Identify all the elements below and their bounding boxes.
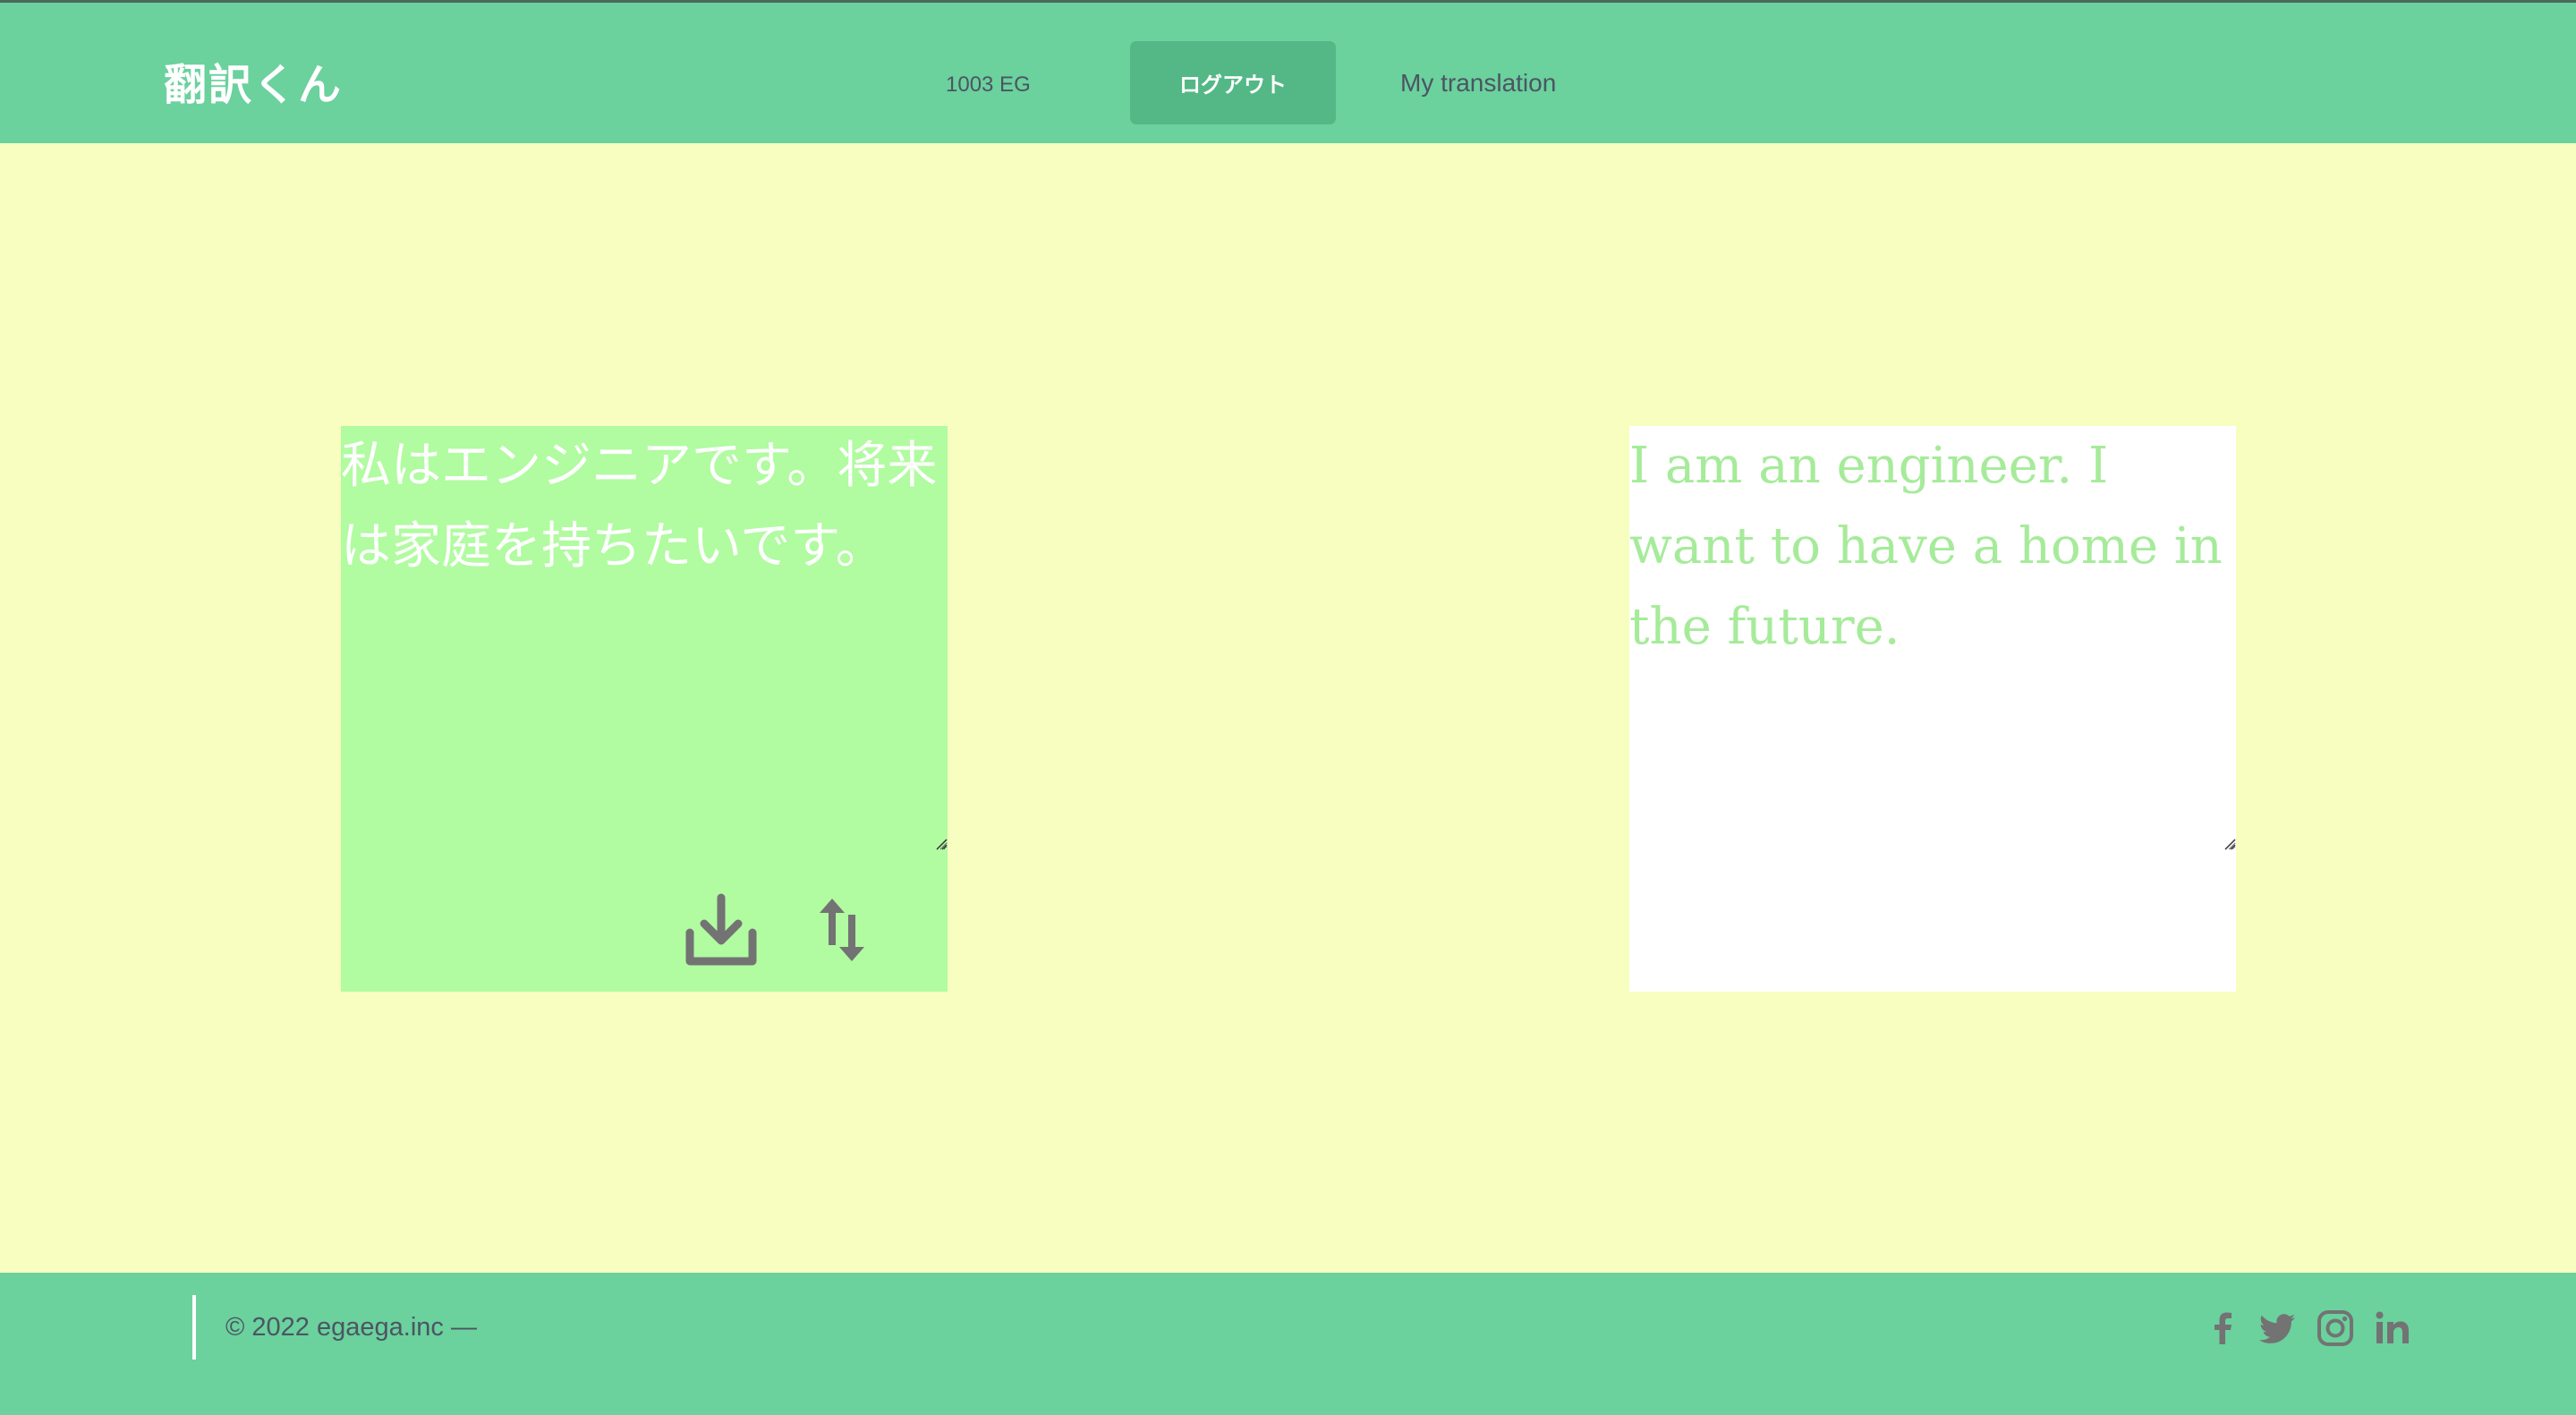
resize-grip-icon[interactable] (2223, 838, 2236, 850)
brand-logo[interactable]: 翻訳くん (164, 49, 343, 112)
twitter-icon[interactable] (2258, 1308, 2298, 1348)
resize-grip-icon[interactable] (935, 838, 948, 850)
download-icon[interactable] (684, 893, 758, 967)
my-translation-link[interactable]: My translation (1400, 69, 1556, 98)
translated-textarea[interactable]: I am an engineer. I want to have a home … (1629, 426, 2236, 850)
swap-vertical-icon[interactable] (805, 893, 879, 967)
top-navbar: 翻訳くん 1003 EG ログアウト My translation (0, 0, 2576, 143)
instagram-icon[interactable] (2316, 1308, 2355, 1348)
source-textarea[interactable]: 私はエンジニアです。将来は家庭を持ちたいです。 (341, 426, 948, 850)
coin-balance: 1003 EG (946, 72, 1031, 97)
logout-button[interactable]: ログアウト (1130, 41, 1336, 124)
translated-pane: I am an engineer. I want to have a home … (1629, 426, 2236, 992)
footer-divider (192, 1295, 196, 1360)
facebook-icon[interactable] (2203, 1308, 2242, 1348)
footer: © 2022 egaega.inc — (0, 1273, 2576, 1415)
linkedin-icon[interactable] (2373, 1308, 2412, 1348)
copyright-text: © 2022 egaega.inc — (225, 1313, 477, 1342)
